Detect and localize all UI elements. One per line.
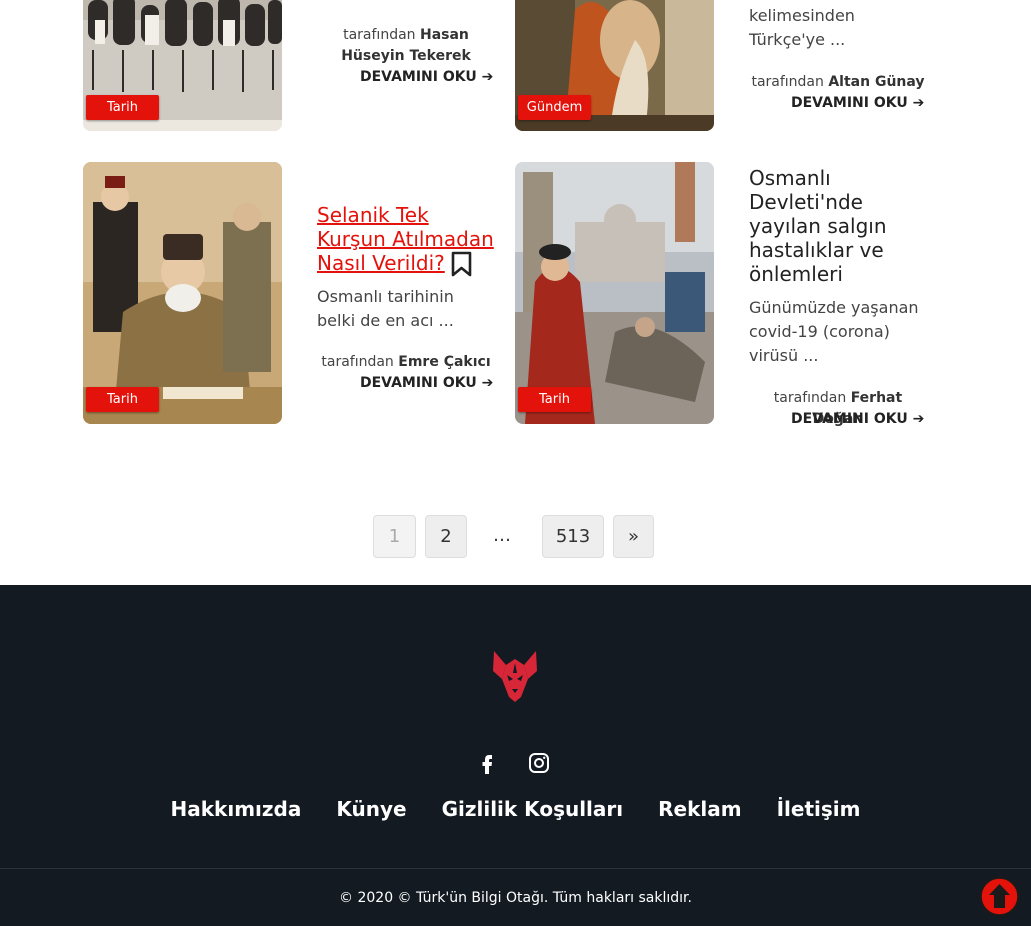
category-badge[interactable]: Gündem (518, 95, 591, 120)
footer-link-privacy[interactable]: Gizlilik Koşulları (442, 797, 624, 821)
footer-link-about[interactable]: Hakkımızda (171, 797, 302, 821)
post-excerpt: kelimesinden Türkçe'ye ... (749, 6, 855, 49)
arrow-right-icon: ➔ (481, 69, 494, 85)
post-author: tarafından Altan Günay (749, 72, 927, 93)
author-prefix: tarafından (343, 27, 416, 43)
post-excerpt: Günümüzde yaşanan covid-19 (corona) virü… (749, 298, 919, 365)
page-1-button[interactable]: 1 (373, 515, 416, 558)
arrow-right-icon: ➔ (912, 95, 925, 111)
category-badge[interactable]: Tarih (518, 387, 591, 412)
read-more-label: DEVAMINI OKU (791, 95, 908, 111)
post-thumbnail[interactable]: Gündem (515, 0, 714, 131)
page-513-button[interactable]: 513 (542, 515, 604, 558)
read-more-label: DEVAMINI OKU (360, 375, 477, 391)
scroll-to-top-button[interactable] (979, 876, 1020, 917)
facebook-icon[interactable] (475, 751, 499, 775)
read-more-link[interactable]: DEVAMINI OKU ➔ (360, 69, 493, 85)
post-thumbnail[interactable]: Tarih (515, 162, 714, 424)
author-prefix: tarafından (773, 390, 847, 406)
bookmark-icon[interactable] (451, 251, 472, 277)
category-badge[interactable]: Tarih (86, 387, 159, 412)
footer-link-contact[interactable]: İletişim (777, 797, 861, 821)
historical-painting-image (83, 162, 282, 424)
site-footer: Hakkımızda Künye Gizlilik Koşulları Rekl… (0, 585, 1031, 926)
post-title[interactable]: Osmanlı Devleti'nde yayılan salgın hasta… (749, 166, 899, 286)
read-more-link[interactable]: DEVAMINI OKU ➔ (791, 411, 924, 427)
footer-divider (0, 868, 1031, 869)
footer-link-imprint[interactable]: Künye (336, 797, 406, 821)
copyright-text: © 2020 © Türk'ün Bilgi Otağı. Tüm haklar… (339, 890, 692, 906)
post-thumbnail[interactable]: Tarih (83, 162, 282, 424)
author-prefix: tarafından (751, 74, 824, 90)
read-more-label: DEVAMINI OKU (360, 69, 477, 85)
author-name[interactable]: Altan Günay (828, 74, 924, 90)
author-prefix: tarafından (321, 354, 394, 370)
wolf-logo-icon[interactable] (490, 649, 540, 703)
instagram-icon[interactable] (527, 751, 551, 775)
footer-nav: Hakkımızda Künye Gizlilik Koşulları Rekl… (0, 797, 1031, 821)
post-author: tarafından Hasan Hüseyin Tekerek (317, 25, 495, 67)
read-more-label: DEVAMINI OKU (791, 411, 908, 427)
arrow-right-icon: ➔ (912, 411, 925, 427)
plague-painting-image (515, 162, 714, 424)
read-more-link[interactable]: DEVAMINI OKU ➔ (791, 95, 924, 111)
post-thumbnail[interactable]: Tarih (83, 0, 282, 131)
page-2-button[interactable]: 2 (425, 515, 467, 558)
category-badge[interactable]: Tarih (86, 95, 159, 120)
footer-link-advertising[interactable]: Reklam (658, 797, 741, 821)
arrow-right-icon: ➔ (481, 375, 494, 391)
author-name[interactable]: Emre Çakıcı (398, 354, 490, 370)
post-excerpt: Osmanlı tarihinin belki de en acı ... (317, 287, 454, 330)
read-more-link[interactable]: DEVAMINI OKU ➔ (360, 375, 493, 391)
next-page-button[interactable]: » (613, 515, 654, 558)
post-author: tarafından Emre Çakıcı (317, 352, 495, 373)
pagination-ellipsis: … (493, 525, 511, 546)
